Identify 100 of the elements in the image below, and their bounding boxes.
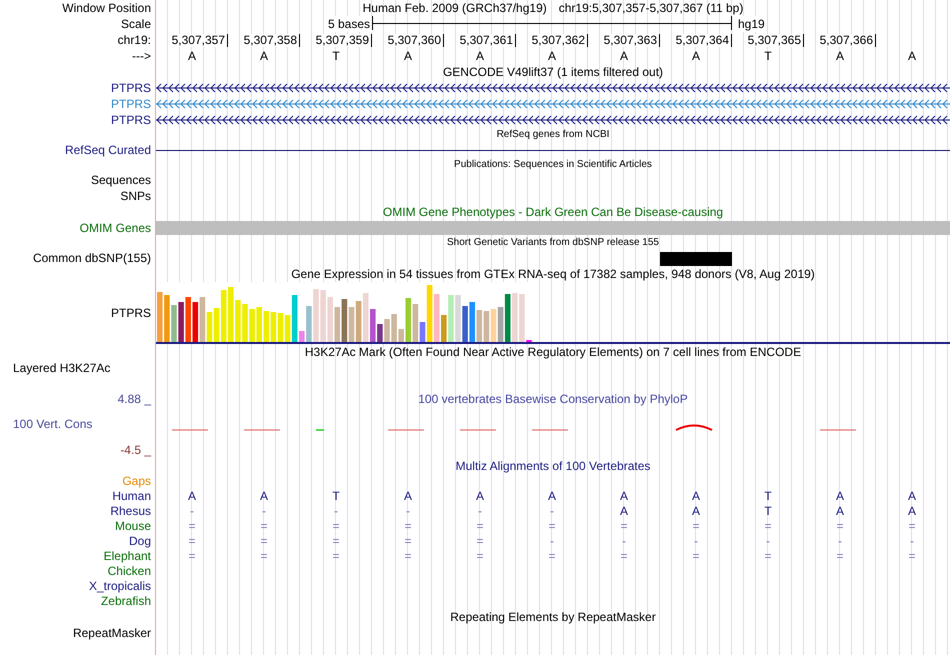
track-label[interactable]: OMIM Genes bbox=[80, 221, 151, 235]
species-label[interactable]: Human bbox=[112, 489, 151, 503]
expression-bar[interactable] bbox=[299, 331, 305, 342]
track-label[interactable]: Layered H3K27Ac bbox=[13, 361, 110, 375]
axis-max-label: 4.88 _ bbox=[118, 392, 151, 406]
coordinate-tick: 5,307,363 bbox=[604, 34, 660, 47]
base-letter: A bbox=[548, 49, 556, 63]
alignment-base: A bbox=[476, 489, 484, 503]
base-letter: A bbox=[476, 49, 484, 63]
alignment-base: = bbox=[764, 549, 772, 563]
alignment-base: = bbox=[260, 549, 268, 563]
track-label[interactable]: RefSeq Curated bbox=[64, 143, 151, 157]
alignment-base: = bbox=[620, 549, 628, 563]
base-letter: A bbox=[404, 49, 412, 63]
gene-label[interactable]: PTPRS bbox=[110, 113, 151, 127]
alignment-base: A bbox=[620, 489, 628, 503]
alignment-base: = bbox=[620, 519, 628, 533]
expression-bar[interactable] bbox=[441, 315, 447, 342]
alignment-base: A bbox=[692, 489, 700, 503]
track-title: H3K27Ac Mark (Often Found Near Active Regulatory Elements) on 7 cell lines from ENCODE bbox=[304, 345, 802, 359]
gene-label[interactable]: PTPRS bbox=[110, 97, 151, 111]
base-letter: A bbox=[188, 49, 196, 63]
species-label[interactable]: X_tropicalis bbox=[88, 579, 151, 593]
coordinate-tick: 5,307,359 bbox=[316, 34, 372, 47]
track-label[interactable]: Sequences bbox=[90, 173, 151, 187]
expression-bar[interactable] bbox=[334, 307, 340, 342]
expression-bar[interactable] bbox=[462, 306, 468, 342]
gene-strand-line[interactable] bbox=[156, 84, 950, 92]
species-label[interactable]: Chicken bbox=[108, 564, 151, 578]
coordinate-tick: 5,307,365 bbox=[748, 34, 804, 47]
alignment-base: = bbox=[188, 519, 196, 533]
alignment-base: = bbox=[836, 549, 844, 563]
alignment-base: = bbox=[692, 519, 700, 533]
coordinate-tick: 5,307,358 bbox=[244, 34, 300, 47]
coordinate-tick: 5,307,364 bbox=[676, 34, 732, 47]
alignment-base: = bbox=[476, 534, 484, 548]
expression-bar[interactable] bbox=[192, 302, 198, 342]
base-letter: A bbox=[620, 49, 628, 63]
coordinate-tick: 5,307,366 bbox=[820, 34, 876, 47]
alignment-base: = bbox=[404, 519, 412, 533]
alignment-base: A bbox=[908, 504, 916, 518]
species-label[interactable]: Elephant bbox=[104, 549, 151, 563]
base-letter: A bbox=[260, 49, 268, 63]
track-title: Publications: Sequences in Scientific Articles bbox=[454, 159, 652, 170]
track-title: RefSeq genes from NCBI bbox=[496, 129, 610, 140]
chromosome-label: chr19: bbox=[116, 32, 152, 48]
species-label[interactable]: Rhesus bbox=[110, 504, 151, 518]
alignment-base: = bbox=[404, 549, 412, 563]
alignment-base: - bbox=[694, 534, 698, 548]
coordinate-tick: 5,307,360 bbox=[388, 34, 444, 47]
species-label[interactable]: Dog bbox=[128, 534, 151, 548]
alignment-base: = bbox=[908, 519, 916, 533]
track-label[interactable]: Common dbSNP(155) bbox=[32, 251, 151, 265]
alignment-base: = bbox=[404, 534, 412, 548]
alignment-base: - bbox=[838, 534, 842, 548]
phenotype-bar[interactable] bbox=[156, 221, 950, 235]
base-letter: T bbox=[332, 49, 340, 63]
alignment-base: - bbox=[766, 534, 770, 548]
alignment-base: T bbox=[764, 489, 772, 503]
alignment-base: = bbox=[548, 519, 556, 533]
variant-block[interactable] bbox=[660, 252, 732, 266]
expression-bar[interactable] bbox=[420, 322, 426, 342]
expression-bar[interactable] bbox=[476, 310, 482, 342]
track-label[interactable]: 100 Vert. Cons bbox=[13, 417, 92, 431]
species-label[interactable]: Zebrafish bbox=[100, 594, 151, 608]
track-label[interactable]: PTPRS bbox=[110, 305, 151, 321]
alignment-base: = bbox=[692, 549, 700, 563]
expression-bar[interactable] bbox=[406, 298, 412, 342]
alignment-base: - bbox=[550, 504, 554, 518]
expression-bar[interactable] bbox=[370, 309, 376, 342]
expression-bar[interactable] bbox=[377, 324, 383, 342]
alignment-base: A bbox=[692, 504, 700, 518]
expression-bar[interactable] bbox=[342, 299, 348, 342]
alignment-base: - bbox=[334, 504, 338, 518]
alignment-base: = bbox=[188, 534, 196, 548]
alignment-base: A bbox=[188, 489, 196, 503]
alignment-base: A bbox=[836, 504, 844, 518]
axis-min-label: -4.5 _ bbox=[120, 443, 151, 457]
track-label[interactable]: RepeatMasker bbox=[72, 626, 151, 640]
expression-bar[interactable] bbox=[498, 307, 504, 342]
assembly-text: Human Feb. 2009 (GRCh37/hg19) bbox=[362, 1, 547, 15]
alignment-base: = bbox=[332, 519, 340, 533]
gene-strand-line[interactable] bbox=[156, 116, 950, 124]
track-title: OMIM Gene Phenotypes - Dark Green Can Be Disease-causing bbox=[382, 205, 724, 219]
alignment-base: = bbox=[260, 519, 268, 533]
expression-bar[interactable] bbox=[178, 302, 184, 342]
alignment-base: A bbox=[548, 489, 556, 503]
species-label[interactable]: Mouse bbox=[114, 519, 151, 533]
alignment-base: A bbox=[404, 489, 412, 503]
track-label[interactable]: SNPs bbox=[120, 189, 151, 203]
expression-bar[interactable] bbox=[157, 292, 163, 342]
alignment-base: T bbox=[332, 489, 340, 503]
track-title: Short Genetic Variants from dbSNP release 155 bbox=[447, 237, 659, 248]
alignment-base: - bbox=[406, 504, 410, 518]
gene-label[interactable]: PTPRS bbox=[110, 81, 151, 95]
alignment-base: - bbox=[190, 504, 194, 518]
alignment-base: - bbox=[550, 534, 554, 548]
alignment-base: A bbox=[836, 489, 844, 503]
coordinate-tick: 5,307,362 bbox=[532, 34, 588, 47]
coordinate-tick: 5,307,357 bbox=[172, 34, 228, 47]
